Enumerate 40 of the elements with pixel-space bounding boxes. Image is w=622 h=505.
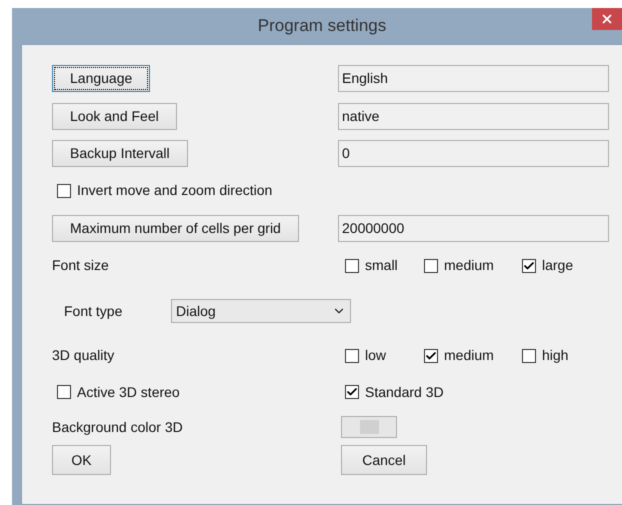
text-field[interactable]: native <box>338 102 609 130</box>
checkbox-label: Standard 3D <box>365 382 444 402</box>
font-type-label: Font type <box>64 302 124 321</box>
check-icon <box>425 350 437 362</box>
font-type-dropdown[interactable]: Dialog <box>171 299 351 323</box>
font-size-label: Font size <box>52 256 109 275</box>
checkbox[interactable] <box>345 258 359 272</box>
checkbox[interactable] <box>345 385 359 399</box>
checkbox-label: medium <box>444 256 494 275</box>
check-icon <box>523 260 535 272</box>
checkbox[interactable] <box>424 258 438 272</box>
setting-button[interactable]: Backup Intervall <box>52 140 188 167</box>
checkbox-label: high <box>542 346 568 365</box>
color-button[interactable] <box>341 416 397 438</box>
cancel-button[interactable]: Cancel <box>341 445 427 475</box>
checkbox-label: Invert move and zoom direction <box>77 181 272 200</box>
quality-label: 3D quality <box>52 346 114 365</box>
checkbox[interactable] <box>522 348 536 362</box>
checkbox[interactable] <box>522 258 536 272</box>
close-icon <box>600 12 614 26</box>
close-button[interactable] <box>592 8 622 30</box>
setting-button[interactable]: Look and Feel <box>52 102 177 130</box>
text-field[interactable]: English <box>338 65 609 92</box>
checkbox-label: low <box>365 346 386 365</box>
checkbox[interactable] <box>424 348 438 362</box>
setting-button[interactable]: Maximum number of cells per grid <box>52 214 299 242</box>
checkbox-label: small <box>365 256 398 275</box>
checkbox-label: medium <box>444 346 494 365</box>
check-icon <box>346 386 358 398</box>
checkbox[interactable] <box>57 385 71 399</box>
checkbox-label: Active 3D stereo <box>77 382 180 402</box>
setting-button[interactable]: Language <box>52 65 150 92</box>
text-field[interactable]: 20000000 <box>338 214 609 242</box>
checkbox-label: large <box>542 256 574 275</box>
ok-button[interactable]: OK <box>52 445 111 475</box>
checkbox[interactable] <box>57 184 71 198</box>
text-field[interactable]: 0 <box>338 140 609 167</box>
checkbox[interactable] <box>345 348 359 362</box>
background-color-label: Background color 3D <box>52 418 183 437</box>
window-title: Program settings <box>258 15 386 38</box>
